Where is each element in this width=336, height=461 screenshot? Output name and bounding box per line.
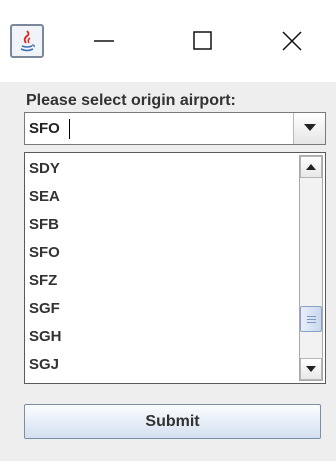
list-item-sgf[interactable]: SGF — [27, 295, 297, 323]
airport-options: SDY SEA SFB SFO SFZ SGF SGH SGJ — [27, 155, 297, 381]
minimize-icon — [94, 40, 114, 42]
java-app-icon[interactable] — [10, 24, 44, 58]
dialog-content: Please select origin airport: SDY SEA SF… — [0, 82, 336, 461]
list-scrollbar[interactable] — [299, 155, 323, 381]
maximize-icon — [193, 31, 212, 50]
prompt-label: Please select origin airport: — [26, 92, 236, 109]
list-item-sfb[interactable]: SFB — [27, 211, 297, 239]
thumb-grip-line — [307, 322, 316, 323]
scroll-thumb[interactable] — [300, 306, 322, 332]
airport-combo-input[interactable] — [25, 113, 293, 144]
list-item-sgj[interactable]: SGJ — [27, 351, 297, 379]
list-item-sgh[interactable]: SGH — [27, 323, 297, 351]
minimize-button[interactable] — [74, 12, 134, 70]
thumb-grip-line — [307, 319, 316, 320]
airport-select-window: Please select origin airport: SDY SEA SF… — [0, 0, 336, 461]
scroll-down-button[interactable] — [300, 358, 322, 380]
list-item-sfo[interactable]: SFO — [27, 239, 297, 267]
arrow-up-icon — [306, 164, 316, 170]
list-item-sfz[interactable]: SFZ — [27, 267, 297, 295]
close-icon — [282, 31, 302, 51]
scroll-up-button[interactable] — [300, 156, 322, 178]
list-item-sea[interactable]: SEA — [27, 183, 297, 211]
text-caret — [69, 119, 70, 139]
close-button[interactable] — [262, 12, 322, 70]
combo-dropdown-button[interactable] — [293, 113, 325, 144]
thumb-grip-line — [307, 316, 316, 317]
airport-combo-box[interactable] — [24, 112, 326, 145]
arrow-down-icon — [306, 366, 316, 372]
title-bar — [0, 0, 336, 82]
submit-button[interactable]: Submit — [24, 404, 321, 439]
airport-dropdown-list: SDY SEA SFB SFO SFZ SGF SGH SGJ — [24, 152, 326, 384]
chevron-down-icon — [303, 124, 316, 131]
list-item-sdy[interactable]: SDY — [27, 155, 297, 183]
maximize-button[interactable] — [172, 12, 232, 70]
